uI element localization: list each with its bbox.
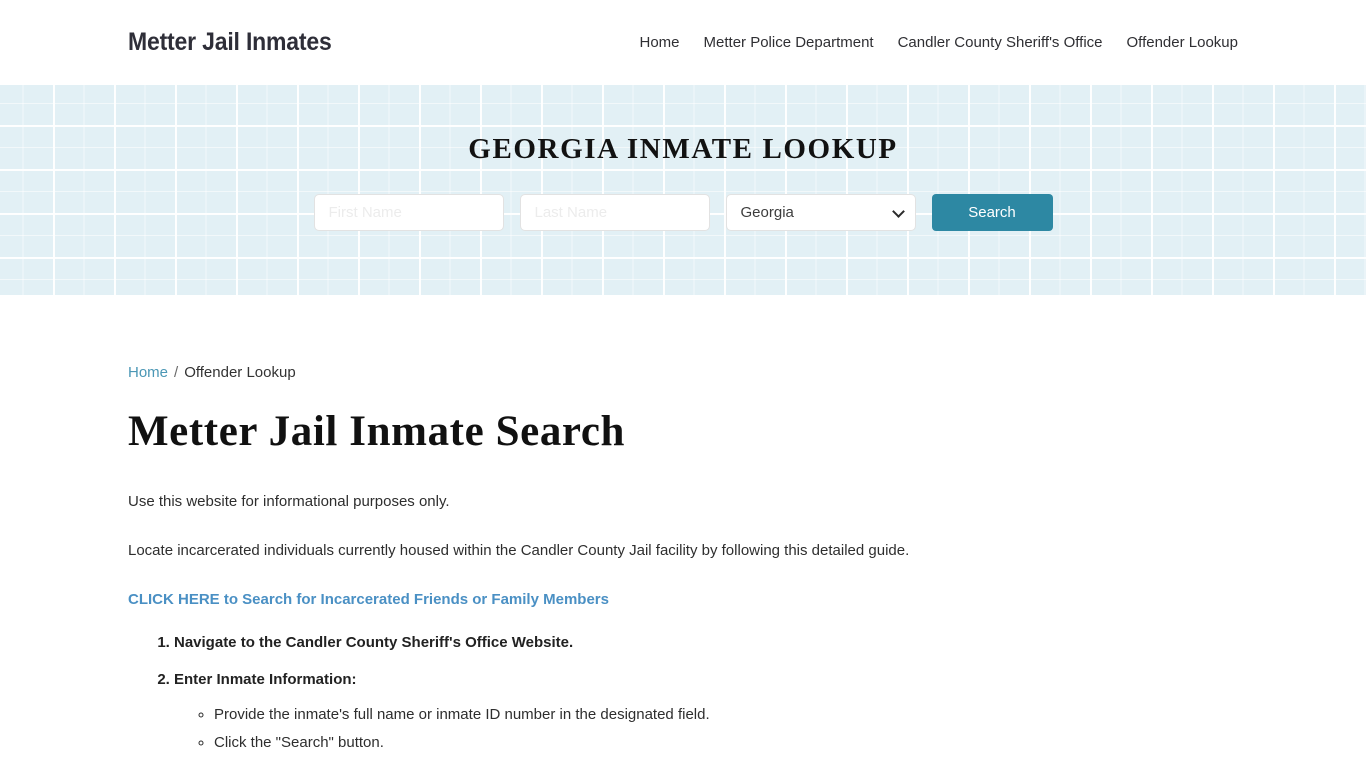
first-name-input[interactable] <box>313 194 504 231</box>
nav-item-offender-lookup[interactable]: Offender Lookup <box>1127 35 1238 50</box>
nav-item-home[interactable]: Home <box>640 35 680 50</box>
list-item: Enter Inmate Information: Provide the in… <box>174 669 1238 754</box>
page-title: Metter Jail Inmate Search <box>128 408 626 455</box>
breadcrumb-item-current: Offender Lookup <box>184 364 296 381</box>
breadcrumb-separator: / <box>174 364 179 381</box>
breadcrumb: Home / Offender Lookup <box>128 365 1238 380</box>
list-item: Click the "Search" button. <box>214 732 1238 754</box>
site-logo[interactable]: Metter Jail Inmates <box>128 28 332 57</box>
hero-search-section: GEORGIA INMATE LOOKUP Georgia Search <box>0 85 1366 295</box>
state-select-wrapper: Georgia <box>725 194 916 231</box>
site-header: Metter Jail Inmates Home Metter Police D… <box>0 0 1366 85</box>
nav-item-metter-police-department[interactable]: Metter Police Department <box>704 35 874 50</box>
step-label: Navigate to the Candler County Sheriff's… <box>174 634 574 652</box>
main-navigation: Home Metter Police Department Candler Co… <box>640 35 1239 50</box>
intro-paragraph-2: Locate incarcerated individuals currentl… <box>128 542 910 560</box>
substeps-list: Provide the inmate's full name or inmate… <box>174 704 1238 754</box>
inmate-search-form: Georgia Search <box>313 194 1053 231</box>
hero-title: GEORGIA INMATE LOOKUP <box>468 133 898 165</box>
last-name-input[interactable] <box>519 194 710 231</box>
step-label: Enter Inmate Information: <box>174 671 357 689</box>
state-select[interactable]: Georgia <box>725 194 916 231</box>
intro-paragraph-1: Use this website for informational purpo… <box>128 493 450 511</box>
main-content: Home / Offender Lookup Metter Jail Inmate … <box>0 295 1366 768</box>
instruction-steps-list: Navigate to the Candler County Sheriff's… <box>128 632 1238 768</box>
breadcrumb-item-home[interactable]: Home <box>128 364 168 381</box>
list-item: Provide the inmate's full name or inmate… <box>214 704 1238 726</box>
cta-search-link[interactable]: CLICK HERE to Search for Incarcerated Fr… <box>128 589 1238 610</box>
search-button[interactable]: Search <box>931 194 1053 231</box>
nav-item-candler-county-sheriffs-office[interactable]: Candler County Sheriff's Office <box>898 35 1103 50</box>
list-item: Navigate to the Candler County Sheriff's… <box>174 632 1238 653</box>
